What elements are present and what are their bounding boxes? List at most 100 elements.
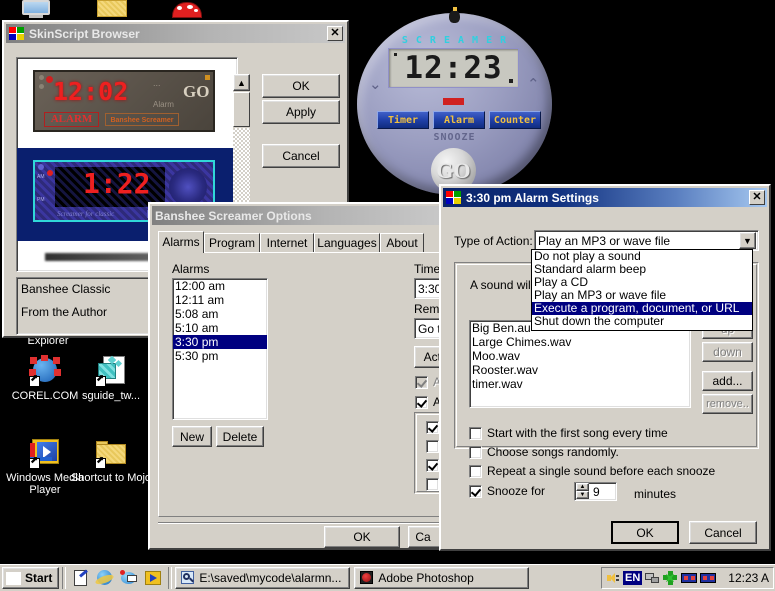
- skinscript-titlebar[interactable]: SkinScript Browser ✕: [6, 24, 345, 43]
- tab-alarms[interactable]: Alarms: [158, 231, 204, 253]
- auto-activate-checkbox[interactable]: [415, 396, 428, 409]
- taskbar-task-photoshop[interactable]: Adobe Photoshop: [354, 567, 529, 589]
- list-item[interactable]: Large Chimes.wav: [470, 335, 690, 349]
- alarm-settings-cancel-button[interactable]: Cancel: [689, 521, 757, 544]
- skin2-pm: PM: [37, 197, 45, 203]
- skin2-time: 1:22: [83, 167, 150, 200]
- chevron-down-icon[interactable]: ⌄: [369, 75, 382, 93]
- banshee-screamer-clock-widget[interactable]: S C R E A M E R 12:23 ⌄ ⌃ Timer Alarm Co…: [357, 13, 552, 195]
- chevron-up-icon[interactable]: ⌃: [527, 75, 540, 93]
- language-icon[interactable]: EN: [623, 571, 642, 585]
- checkbox[interactable]: [426, 459, 439, 472]
- badge-icon[interactable]: [700, 573, 716, 583]
- repeat-single-checkbox-row[interactable]: Repeat a single sound before each snooze: [469, 464, 715, 478]
- badge-icon[interactable]: [681, 573, 697, 583]
- network-icon[interactable]: [645, 572, 660, 585]
- checkbox[interactable]: [469, 465, 482, 478]
- clock-button-counter[interactable]: Counter: [489, 111, 541, 129]
- clock-button-timer[interactable]: Timer: [377, 111, 429, 129]
- list-item[interactable]: 12:11 am: [173, 293, 267, 307]
- chevron-down-icon[interactable]: ▼: [739, 232, 756, 249]
- desktop-top-icon-monitor[interactable]: [20, 0, 54, 18]
- stepper-down-button[interactable]: ▼: [576, 491, 589, 499]
- new-alarm-button[interactable]: New: [172, 426, 212, 447]
- desktop-top-icon-folder[interactable]: [95, 0, 129, 18]
- combobox-value: Play an MP3 or wave file: [535, 231, 758, 251]
- checkbox-label: Start with the first song every time: [487, 426, 668, 440]
- snooze-checkbox[interactable]: [469, 485, 482, 498]
- alarm-settings-titlebar[interactable]: 3:30 pm Alarm Settings ✕: [443, 188, 767, 207]
- snooze-label: Snooze for: [487, 484, 545, 498]
- tab-about[interactable]: About: [380, 233, 424, 253]
- choose-random-checkbox-row[interactable]: Choose songs randomly.: [469, 445, 619, 459]
- list-item[interactable]: 5:30 pm: [173, 349, 267, 363]
- desktop-icon-shortcut-to-mojo[interactable]: Shortcut to Mojo: [68, 437, 154, 484]
- dropdown-option[interactable]: Shut down the computer: [532, 315, 752, 328]
- alarm-settings-window[interactable]: 3:30 pm Alarm Settings ✕ Type of Action:…: [439, 184, 771, 551]
- alarm-settings-title: 3:30 pm Alarm Settings: [466, 191, 749, 205]
- volume-icon[interactable]: [606, 572, 620, 585]
- quicklaunch-media-player[interactable]: [143, 569, 163, 587]
- stepper-up-button[interactable]: ▲: [576, 483, 589, 491]
- desktop-icon-sguide-tw[interactable]: sguide_tw...: [68, 355, 154, 402]
- quantity-stepper[interactable]: ▲ ▼: [576, 483, 589, 500]
- checkbox[interactable]: [426, 478, 439, 491]
- checkbox[interactable]: [469, 427, 482, 440]
- options-titlebar[interactable]: Banshee Screamer Options: [152, 206, 442, 225]
- alarm-settings-ok-button[interactable]: OK: [611, 521, 679, 544]
- taskbar[interactable]: Start E:\saved\mycode\alarmn... Adobe Ph…: [0, 564, 775, 591]
- list-item[interactable]: 5:10 am: [173, 321, 267, 335]
- skinscript-apply-button[interactable]: Apply: [262, 100, 340, 124]
- skin-preview-1[interactable]: 12:02 ... Alarm GO ALARM Banshee Screame…: [33, 70, 215, 132]
- skin1-dots: ...: [153, 78, 161, 88]
- tab-languages[interactable]: Languages: [314, 233, 380, 253]
- tab-program[interactable]: Program: [204, 233, 260, 253]
- list-item[interactable]: Rooster.wav: [470, 363, 690, 377]
- folder-icon: [95, 437, 127, 469]
- start-first-song-checkbox-row[interactable]: Start with the first song every time: [469, 426, 668, 440]
- type-of-action-label: Type of Action:: [454, 234, 533, 248]
- alarms-listbox[interactable]: 12:00 am 12:11 am 5:08 am 5:10 am 3:30 p…: [172, 278, 268, 420]
- quicklaunch-notepad[interactable]: [71, 569, 91, 587]
- remove-sound-button[interactable]: remove..: [702, 394, 753, 414]
- type-of-action-combobox[interactable]: Play an MP3 or wave file: [534, 230, 759, 251]
- scroll-up-button[interactable]: ▲: [233, 74, 250, 91]
- close-icon[interactable]: ✕: [749, 190, 765, 205]
- banshee-screamer-options-window[interactable]: Banshee Screamer Options Alarms Program …: [148, 202, 446, 550]
- type-of-action-dropdown-list[interactable]: Do not play a sound Standard alarm beep …: [531, 249, 753, 331]
- system-tray[interactable]: EN 12:23 A: [601, 567, 774, 589]
- clock-brand: S C R E A M E R: [357, 35, 552, 46]
- quicklaunch-outlook-express[interactable]: [119, 569, 139, 587]
- start-button[interactable]: Start: [2, 567, 59, 589]
- windows-logo-icon: [6, 572, 21, 585]
- list-item[interactable]: 5:08 am: [173, 307, 267, 321]
- photoshop-icon: [359, 571, 374, 585]
- checkbox[interactable]: [469, 446, 482, 459]
- options-tab-strip[interactable]: Alarms Program Internet Languages About: [158, 231, 440, 253]
- scroll-thumb[interactable]: [233, 92, 250, 127]
- taskbar-task-explorer[interactable]: E:\saved\mycode\alarmn...: [175, 567, 350, 589]
- flower-icon[interactable]: [663, 571, 678, 585]
- tab-internet[interactable]: Internet: [260, 233, 314, 253]
- list-item[interactable]: timer.wav: [470, 377, 690, 391]
- add-sound-button[interactable]: add...: [702, 371, 753, 391]
- active-checkbox[interactable]: [415, 376, 428, 389]
- sound-files-listbox[interactable]: Big Ben.au Large Chimes.wav Moo.wav Roos…: [469, 320, 691, 408]
- clock-button-alarm[interactable]: Alarm: [433, 111, 485, 129]
- checkbox[interactable]: [426, 421, 439, 434]
- close-icon[interactable]: ✕: [327, 26, 343, 41]
- list-item[interactable]: Moo.wav: [470, 349, 690, 363]
- list-item-selected[interactable]: 3:30 pm: [173, 335, 267, 349]
- quicklaunch-internet-explorer[interactable]: [95, 569, 115, 587]
- list-item[interactable]: 12:00 am: [173, 279, 267, 293]
- skin1-alarm-text: Alarm: [153, 100, 174, 109]
- skinscript-ok-button[interactable]: OK: [262, 74, 340, 98]
- move-down-button[interactable]: down: [702, 342, 753, 362]
- checkbox[interactable]: [426, 440, 439, 453]
- delete-alarm-button[interactable]: Delete: [216, 426, 264, 447]
- desktop-top-icon-mushroom[interactable]: [170, 0, 204, 18]
- taskbar-clock[interactable]: 12:23 A: [728, 571, 769, 585]
- snooze-checkbox-row[interactable]: Snooze for: [469, 484, 545, 498]
- options-ok-button[interactable]: OK: [324, 526, 400, 548]
- skinscript-cancel-button[interactable]: Cancel: [262, 144, 340, 168]
